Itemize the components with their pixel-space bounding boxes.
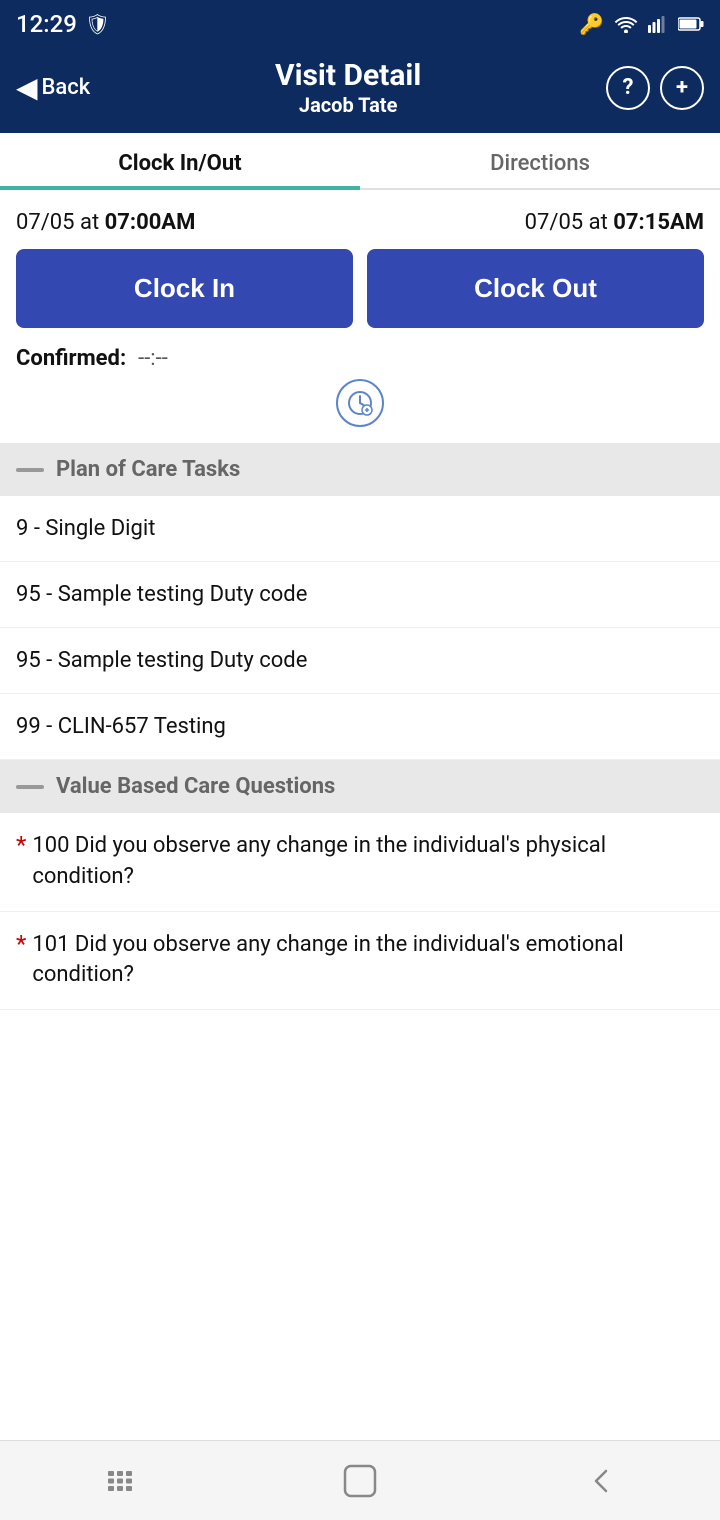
questions-list: * 100 Did you observe any change in the … [0, 813, 720, 1010]
edit-time-button[interactable] [336, 379, 384, 427]
tab-clock-in-out[interactable]: Clock In/Out [0, 133, 360, 188]
bottom-navigation [0, 1440, 720, 1520]
shield-icon: 🛡 [85, 12, 110, 36]
section-line-icon [16, 468, 44, 472]
header-actions: ? + [606, 66, 704, 110]
patient-name: Jacob Tate [90, 93, 606, 117]
main-content: 07/05 at 07:00AM 07/05 at 07:15AM Clock … [0, 190, 720, 1440]
nav-menu-button[interactable] [90, 1451, 150, 1511]
back-button[interactable]: ◀ Back [16, 71, 90, 104]
clock-buttons: Clock In Clock Out [16, 249, 704, 328]
required-star-icon: * [16, 930, 26, 992]
battery-icon [678, 17, 704, 31]
nav-home-button[interactable] [330, 1451, 390, 1511]
question-text: 101 Did you observe any change in the in… [32, 930, 704, 992]
status-bar: 12:29 🛡 🔑 [0, 0, 720, 48]
add-button[interactable]: + [660, 66, 704, 110]
signal-icon [648, 15, 668, 33]
tabs: Clock In/Out Directions [0, 133, 720, 190]
back-arrow-icon: ◀ [16, 71, 38, 104]
task-item[interactable]: 95 - Sample testing Duty code [0, 562, 720, 628]
plan-of-care-section-header: Plan of Care Tasks [0, 443, 720, 496]
clock-out-time: 07/05 at 07:15AM [525, 210, 704, 235]
task-item[interactable]: 9 - Single Digit [0, 496, 720, 562]
clock-times: 07/05 at 07:00AM 07/05 at 07:15AM [16, 210, 704, 235]
header-title-block: Visit Detail Jacob Tate [90, 58, 606, 117]
help-button[interactable]: ? [606, 66, 650, 110]
time-display: 12:29 [16, 10, 77, 38]
task-item[interactable]: 99 - CLIN-657 Testing [0, 694, 720, 760]
value-based-care-section-header: Value Based Care Questions [0, 760, 720, 813]
confirmed-row: Confirmed: --:-- [16, 346, 704, 371]
tasks-list: 9 - Single Digit 95 - Sample testing Dut… [0, 496, 720, 760]
clock-out-button[interactable]: Clock Out [367, 249, 704, 328]
plan-of-care-title: Plan of Care Tasks [56, 457, 240, 482]
question-text: 100 Did you observe any change in the in… [32, 831, 704, 893]
clock-in-time: 07/05 at 07:00AM [16, 210, 195, 235]
confirmed-label: Confirmed: [16, 346, 126, 371]
section-line-icon [16, 785, 44, 789]
header: ◀ Back Visit Detail Jacob Tate ? + [0, 48, 720, 133]
page-title: Visit Detail [90, 58, 606, 93]
wifi-icon [614, 15, 638, 33]
nav-back-button[interactable] [570, 1451, 630, 1511]
required-star-icon: * [16, 831, 26, 893]
back-label: Back [42, 75, 91, 100]
content-spacer [0, 1010, 720, 1210]
value-based-care-title: Value Based Care Questions [56, 774, 335, 799]
key-icon: 🔑 [579, 12, 604, 36]
confirmed-value: --:-- [138, 346, 168, 371]
question-item[interactable]: * 101 Did you observe any change in the … [0, 912, 720, 1011]
task-item[interactable]: 95 - Sample testing Duty code [0, 628, 720, 694]
clock-section: 07/05 at 07:00AM 07/05 at 07:15AM Clock … [0, 190, 720, 443]
tab-directions[interactable]: Directions [360, 133, 720, 188]
status-time: 12:29 🛡 [16, 10, 110, 38]
clock-in-button[interactable]: Clock In [16, 249, 353, 328]
status-icons: 🔑 [579, 12, 704, 36]
add-icon: + [676, 75, 688, 100]
edit-icon-wrap [16, 379, 704, 427]
question-item[interactable]: * 100 Did you observe any change in the … [0, 813, 720, 912]
help-icon: ? [623, 75, 634, 100]
